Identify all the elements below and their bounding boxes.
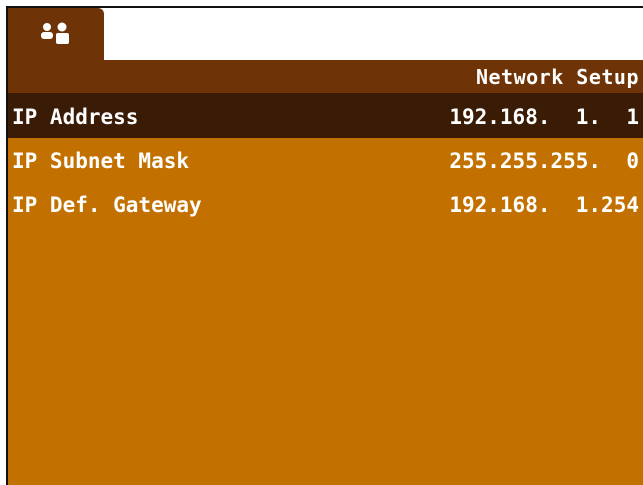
screen-frame: Network Setup IP Address 192.168. 1. 1 I…	[6, 6, 643, 485]
header-bar: Network Setup	[8, 60, 643, 94]
list-item-value: 192.168. 1.254	[449, 193, 639, 217]
settings-list: IP Address 192.168. 1. 1 IP Subnet Mask …	[8, 94, 643, 226]
list-item-ip-def-gateway[interactable]: IP Def. Gateway 192.168. 1.254	[8, 182, 643, 226]
list-item-ip-subnet-mask[interactable]: IP Subnet Mask 255.255.255. 0	[8, 138, 643, 182]
tab-network[interactable]	[8, 8, 104, 60]
tab-bar	[8, 8, 643, 60]
list-item-label: IP Subnet Mask	[12, 149, 190, 173]
list-item-ip-address[interactable]: IP Address 192.168. 1. 1	[8, 94, 643, 138]
list-item-value: 255.255.255. 0	[449, 149, 639, 173]
list-item-value: 192.168. 1. 1	[449, 105, 639, 129]
list-item-label: IP Address	[12, 105, 139, 129]
network-users-icon	[41, 22, 69, 44]
page-title: Network Setup	[475, 65, 639, 89]
list-item-label: IP Def. Gateway	[12, 193, 202, 217]
